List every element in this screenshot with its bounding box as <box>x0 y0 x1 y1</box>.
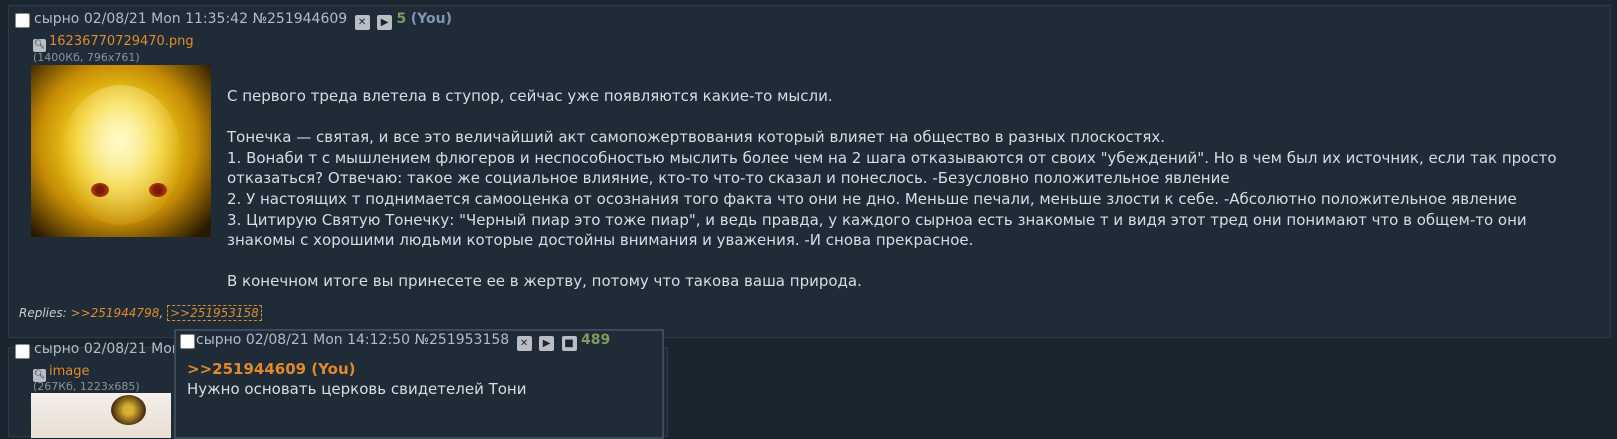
thumbnail-eye <box>149 183 167 197</box>
reply-link[interactable]: >>251953158 <box>166 305 262 321</box>
file-info: (267Кб, 1223x685) <box>33 380 140 393</box>
thumbnail-eye <box>91 183 109 197</box>
file-info: (1400Кб, 796x761) <box>33 51 140 64</box>
post-count: 489 <box>580 332 611 348</box>
thumbnail-face <box>61 85 181 225</box>
popup-message-text: Нужно основать церковь свидетелей Тони <box>187 380 527 398</box>
post-paragraph: В конечном итоге вы принесете ее в жертв… <box>227 272 862 291</box>
play-icon[interactable]: ▶ <box>377 15 393 30</box>
you-count: 5 <box>396 11 407 27</box>
post-number[interactable]: №251953158 <box>414 332 509 348</box>
replies-row: Replies: >>251944798, >>251953158 <box>19 305 262 321</box>
post-select-checkbox[interactable] <box>15 344 30 359</box>
post-thumbnail[interactable] <box>31 393 171 438</box>
replies-label: Replies: <box>19 306 67 320</box>
reply-link[interactable]: >>251944798 <box>71 306 160 320</box>
post-datetime: 02/08/21 Mon <box>83 341 181 357</box>
file-link-row: 🔍︎ 16236770729470.png <box>33 34 194 52</box>
stop-icon[interactable]: ■ <box>561 336 577 351</box>
file-name-link[interactable]: 16236770729470.png <box>49 34 194 49</box>
post-header: сырно 02/08/21 Mon 11:35:42 №251944609 ✕… <box>34 11 452 30</box>
post-paragraph: С первого треда влетела в ступор, сейчас… <box>227 87 833 105</box>
poster-name: сырно <box>34 341 80 357</box>
post-preview-popup: сырно 02/08/21 Mon 14:12:50 №251953158 ✕… <box>174 329 664 439</box>
post-thumbnail[interactable] <box>31 65 211 237</box>
post-number[interactable]: №251944609 <box>252 11 347 27</box>
post-select-checkbox[interactable] <box>180 334 195 349</box>
post-datetime: 02/08/21 Mon 14:12:50 <box>245 332 410 348</box>
post-251944609: сырно 02/08/21 Mon 11:35:42 №251944609 ✕… <box>8 5 1611 338</box>
popup-message: >>251944609 (You) Нужно основать церковь… <box>187 359 527 399</box>
close-icon[interactable]: ✕ <box>354 15 370 30</box>
poster-name: сырно <box>196 332 242 348</box>
post-select-checkbox[interactable] <box>15 13 30 28</box>
post-header: сырно 02/08/21 Mon 14:12:50 №251953158 ✕… <box>196 332 610 351</box>
post-header: сырно 02/08/21 Mon <box>34 341 181 357</box>
post-paragraph: Тонечка — святая, и все это величайший а… <box>227 128 1557 250</box>
poster-name: сырно <box>34 11 80 27</box>
post-message: С первого треда влетела в ступор, сейчас… <box>227 86 1597 292</box>
close-icon[interactable]: ✕ <box>516 336 532 351</box>
play-icon[interactable]: ▶ <box>539 336 555 351</box>
thumbnail-detail <box>111 395 146 425</box>
quote-link[interactable]: >>251944609 (You) <box>187 359 527 379</box>
post-datetime: 02/08/21 Mon 11:35:42 <box>83 11 248 27</box>
file-name-link[interactable]: image <box>49 364 90 379</box>
you-label: (You) <box>410 11 452 27</box>
